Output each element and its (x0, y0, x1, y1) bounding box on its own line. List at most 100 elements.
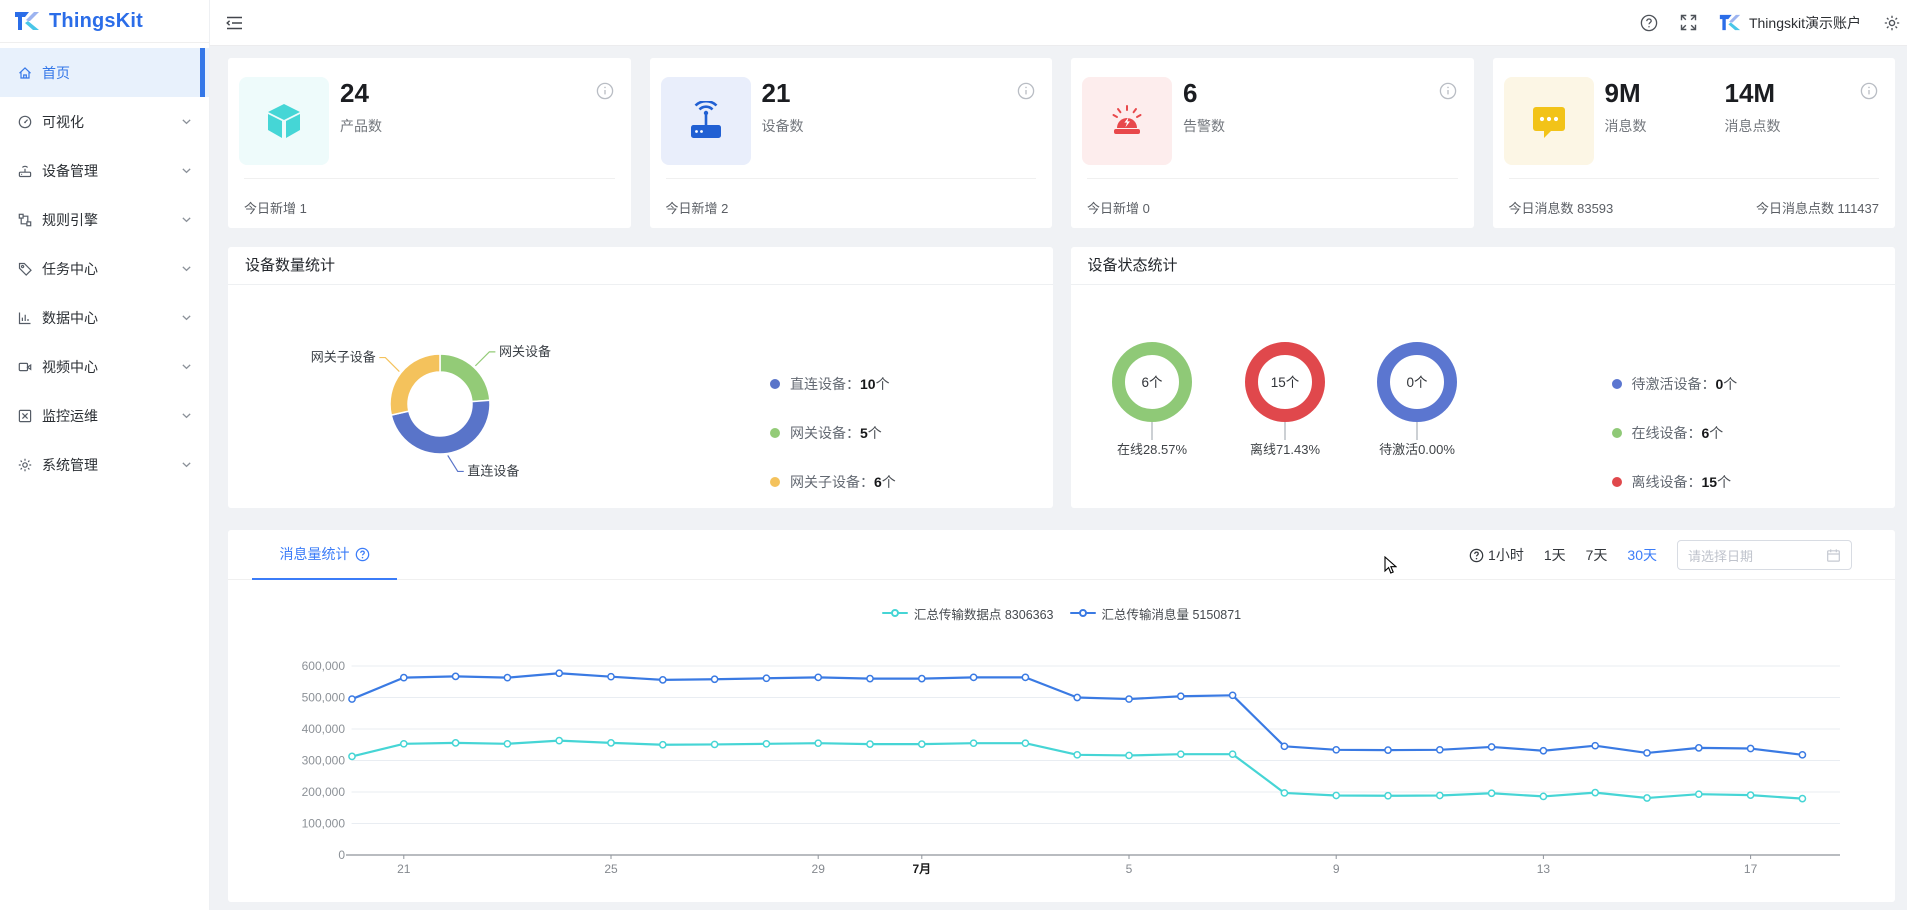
donut-slice-网关子设备 (390, 354, 440, 415)
data-point (504, 741, 510, 747)
legend-item-汇总传输消息量[interactable]: 汇总传输消息量 5150871 (1070, 604, 1242, 623)
data-point (815, 740, 821, 746)
account-menu[interactable]: Thingskit演示账户 (1719, 13, 1861, 33)
data-point (401, 675, 407, 681)
message-point-label: 消息点数 (1725, 116, 1781, 136)
legend-label: 离线设备： (1632, 472, 1702, 492)
donut-label-网关设备: 网关设备 (499, 344, 551, 359)
legend-item-网关设备[interactable]: 网关设备：5个 (770, 423, 896, 443)
info-icon[interactable] (1017, 82, 1035, 100)
gear-icon[interactable] (1883, 14, 1901, 32)
data-icon (17, 310, 33, 326)
tab-message-volume[interactable]: 消息量统计 (252, 530, 397, 580)
gear-icon (17, 457, 33, 473)
sidebar-item-首页[interactable]: 首页 (0, 48, 209, 97)
data-point (1696, 791, 1702, 797)
legend-item-待激活设备[interactable]: 待激活设备：0个 (1612, 374, 1738, 394)
data-point (1281, 790, 1287, 796)
data-point (763, 741, 769, 747)
data-point (971, 674, 977, 680)
stat-cards-row: 24 产品数 今日新增 1 21 设备数 今日新增 2 (228, 58, 1895, 228)
divider (244, 178, 615, 179)
legend-value: 5 (860, 425, 868, 441)
legend-item-在线设备[interactable]: 在线设备：6个 (1612, 423, 1738, 443)
legend-item-汇总传输数据点[interactable]: 汇总传输数据点 8306363 (882, 604, 1054, 623)
data-point (1022, 740, 1028, 746)
brand-logo[interactable]: ThingsKit (0, 0, 209, 43)
x-axis-label: 17 (1744, 862, 1758, 876)
time-filter-7天[interactable]: 7天 (1586, 545, 1608, 565)
task-icon (17, 261, 33, 277)
data-point (1333, 792, 1339, 798)
device-count-panel: 设备数量统计 网关设备直连设备网关子设备 直连设备：10个网关设备：5个网关子设… (228, 247, 1053, 508)
data-point (712, 741, 718, 747)
legend-item-网关子设备[interactable]: 网关子设备：6个 (770, 472, 896, 492)
rule-engine-icon (17, 212, 33, 228)
account-logo-icon (1719, 13, 1741, 32)
sidebar-item-设备管理[interactable]: 设备管理 (0, 146, 209, 195)
time-filter-30天[interactable]: 30天 (1627, 545, 1657, 565)
legend-label: 网关设备： (790, 423, 860, 443)
legend-item-离线设备[interactable]: 离线设备：15个 (1612, 472, 1738, 492)
sidebar-item-视频中心[interactable]: 视频中心 (0, 342, 209, 391)
sidebar-item-任务中心[interactable]: 任务中心 (0, 244, 209, 293)
help-icon (1469, 548, 1484, 563)
data-point (1748, 745, 1754, 751)
info-icon[interactable] (596, 82, 614, 100)
message-count-label: 消息数 (1605, 116, 1647, 136)
sidebar-menu: 首页可视化设备管理规则引擎任务中心数据中心视频中心监控运维系统管理 (0, 48, 209, 489)
sidebar-item-监控运维[interactable]: 监控运维 (0, 391, 209, 440)
sidebar-item-可视化[interactable]: 可视化 (0, 97, 209, 146)
statistics-panels-row: 设备数量统计 网关设备直连设备网关子设备 直连设备：10个网关设备：5个网关子设… (228, 247, 1895, 508)
product-count-value: 24 (340, 78, 369, 109)
sidebar-item-数据中心[interactable]: 数据中心 (0, 293, 209, 342)
chevron-down-icon (181, 116, 192, 127)
collapse-menu-icon[interactable] (226, 15, 243, 31)
time-filter-1天[interactable]: 1天 (1544, 545, 1566, 565)
legend-label: 直连设备： (790, 374, 860, 394)
data-point (660, 677, 666, 683)
sidebar-item-label: 可视化 (42, 112, 84, 132)
chevron-down-icon (181, 214, 192, 225)
ring-label: 在线28.57% (1116, 442, 1187, 457)
y-axis-label: 400,000 (302, 722, 346, 736)
time-filter-1小时[interactable]: 1小时 (1469, 545, 1524, 565)
data-point (1281, 743, 1287, 749)
device-router-icon (661, 77, 751, 165)
device-status-rings-chart[interactable]: 6个在线28.57%15个离线71.43%0个待激活0.00% (1071, 285, 1591, 508)
data-point (453, 740, 459, 746)
line-marker (882, 612, 908, 614)
chevron-down-icon (181, 410, 192, 421)
line-chart-legend: 汇总传输数据点 8306363 汇总传输消息量 5150871 (228, 602, 1895, 624)
device-icon (17, 163, 33, 179)
date-picker-input[interactable]: 请选择日期 (1677, 540, 1852, 570)
legend-dot (770, 477, 780, 487)
data-point (1126, 696, 1132, 702)
sidebar-item-label: 数据中心 (42, 308, 98, 328)
legend-label: 网关子设备： (790, 472, 874, 492)
device-count-legend: 直连设备：10个网关设备：5个网关子设备：6个 (770, 374, 896, 521)
device-count-donut-chart[interactable]: 网关设备直连设备网关子设备 (228, 285, 748, 508)
x-axis-label: 9 (1333, 862, 1340, 876)
today-new-devices: 今日新增 2 (666, 198, 729, 217)
x-axis-label: 21 (397, 862, 411, 876)
message-volume-line-chart[interactable]: 0100,000200,000300,000400,000500,000600,… (228, 630, 1895, 888)
fullscreen-icon[interactable] (1680, 14, 1697, 31)
legend-item-直连设备[interactable]: 直连设备：10个 (770, 374, 896, 394)
sidebar-item-label: 任务中心 (42, 259, 98, 279)
sidebar-item-系统管理[interactable]: 系统管理 (0, 440, 209, 489)
y-axis-label: 200,000 (302, 785, 346, 799)
data-point (919, 741, 925, 747)
video-icon (17, 359, 33, 375)
legend-suffix: 个 (1723, 374, 1737, 394)
y-axis-label: 0 (338, 848, 345, 862)
data-point (1592, 790, 1598, 796)
data-point (453, 673, 459, 679)
data-point (1799, 752, 1805, 758)
info-icon[interactable] (1860, 82, 1878, 100)
data-point (349, 753, 355, 759)
sidebar-item-规则引擎[interactable]: 规则引擎 (0, 195, 209, 244)
help-icon[interactable] (1640, 14, 1658, 32)
data-point (867, 741, 873, 747)
info-icon[interactable] (1439, 82, 1457, 100)
